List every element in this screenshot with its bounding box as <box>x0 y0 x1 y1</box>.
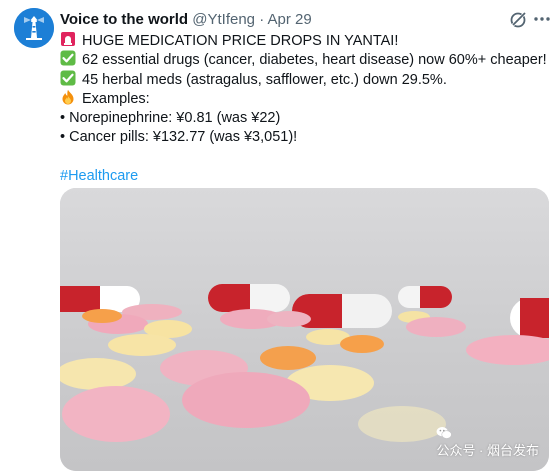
media-watermark: 公众号 · 烟台发布 <box>436 426 539 459</box>
author-avatar[interactable] <box>14 8 54 48</box>
orange-tablet <box>260 346 316 370</box>
check-mark-button-icon <box>60 50 76 66</box>
wechat-icon <box>437 427 453 439</box>
orange-tablet <box>340 335 384 353</box>
header-separator: · <box>259 11 265 28</box>
pink-tablet <box>267 311 311 327</box>
tweet-line-example-1: • Norepinephrine: ¥0.81 (was ¥22) <box>60 109 281 126</box>
pink-tablet <box>406 317 466 337</box>
tweet-text: HUGE MEDICATION PRICE DROPS IN YANTAI! 6… <box>60 31 547 186</box>
tweet-line-essential-drugs: 62 essential drugs (cancer, diabetes, he… <box>60 50 547 69</box>
tweet-spacer <box>60 147 544 166</box>
tweet-line-text: Examples: <box>82 91 150 108</box>
capsule <box>510 298 549 338</box>
tweet-line-text: HUGE MEDICATION PRICE DROPS IN YANTAI! <box>82 33 399 49</box>
tweet-date[interactable]: Apr 29 <box>268 11 312 28</box>
tweet-line-headline: HUGE MEDICATION PRICE DROPS IN YANTAI! <box>60 31 544 50</box>
capsule <box>208 284 290 312</box>
tweet-line-examples: Examples: <box>60 89 544 108</box>
check-mark-button-icon <box>60 70 76 86</box>
fire-icon <box>62 89 74 105</box>
tweet-line-text: 62 essential drugs (cancer, diabetes, he… <box>82 52 547 69</box>
capsule <box>398 286 452 308</box>
lighthouse-icon <box>14 8 54 48</box>
yellow-tablet <box>358 406 446 442</box>
grok-icon[interactable] <box>508 10 528 30</box>
tweet-media-image[interactable]: 公众号 · 烟台发布 <box>60 188 549 471</box>
more-options-icon[interactable] <box>532 9 552 29</box>
tweet-header: Voice to the world @YtIfeng · Apr 29 <box>60 10 540 30</box>
orange-tablet <box>82 309 122 323</box>
hashtag-link[interactable]: #Healthcare <box>60 168 138 184</box>
rotating-light-icon <box>61 32 75 46</box>
watermark-text: 公众号 · 烟台发布 <box>436 443 539 458</box>
tweet-line-herbal-meds: 45 herbal meds (astragalus, safflower, e… <box>60 70 544 89</box>
tweet-line-text: 45 herbal meds (astragalus, safflower, e… <box>82 71 447 88</box>
author-display-name[interactable]: Voice to the world <box>60 11 188 28</box>
author-handle[interactable]: @YtIfeng <box>192 11 255 28</box>
pink-tablet <box>182 372 310 428</box>
tweet-line-example-2: • Cancer pills: ¥132.77 (was ¥3,051)! <box>60 128 298 145</box>
yellow-tablet <box>108 334 176 356</box>
pink-tablet <box>62 386 170 442</box>
tweet-line-hashtag: #Healthcare <box>60 167 544 186</box>
